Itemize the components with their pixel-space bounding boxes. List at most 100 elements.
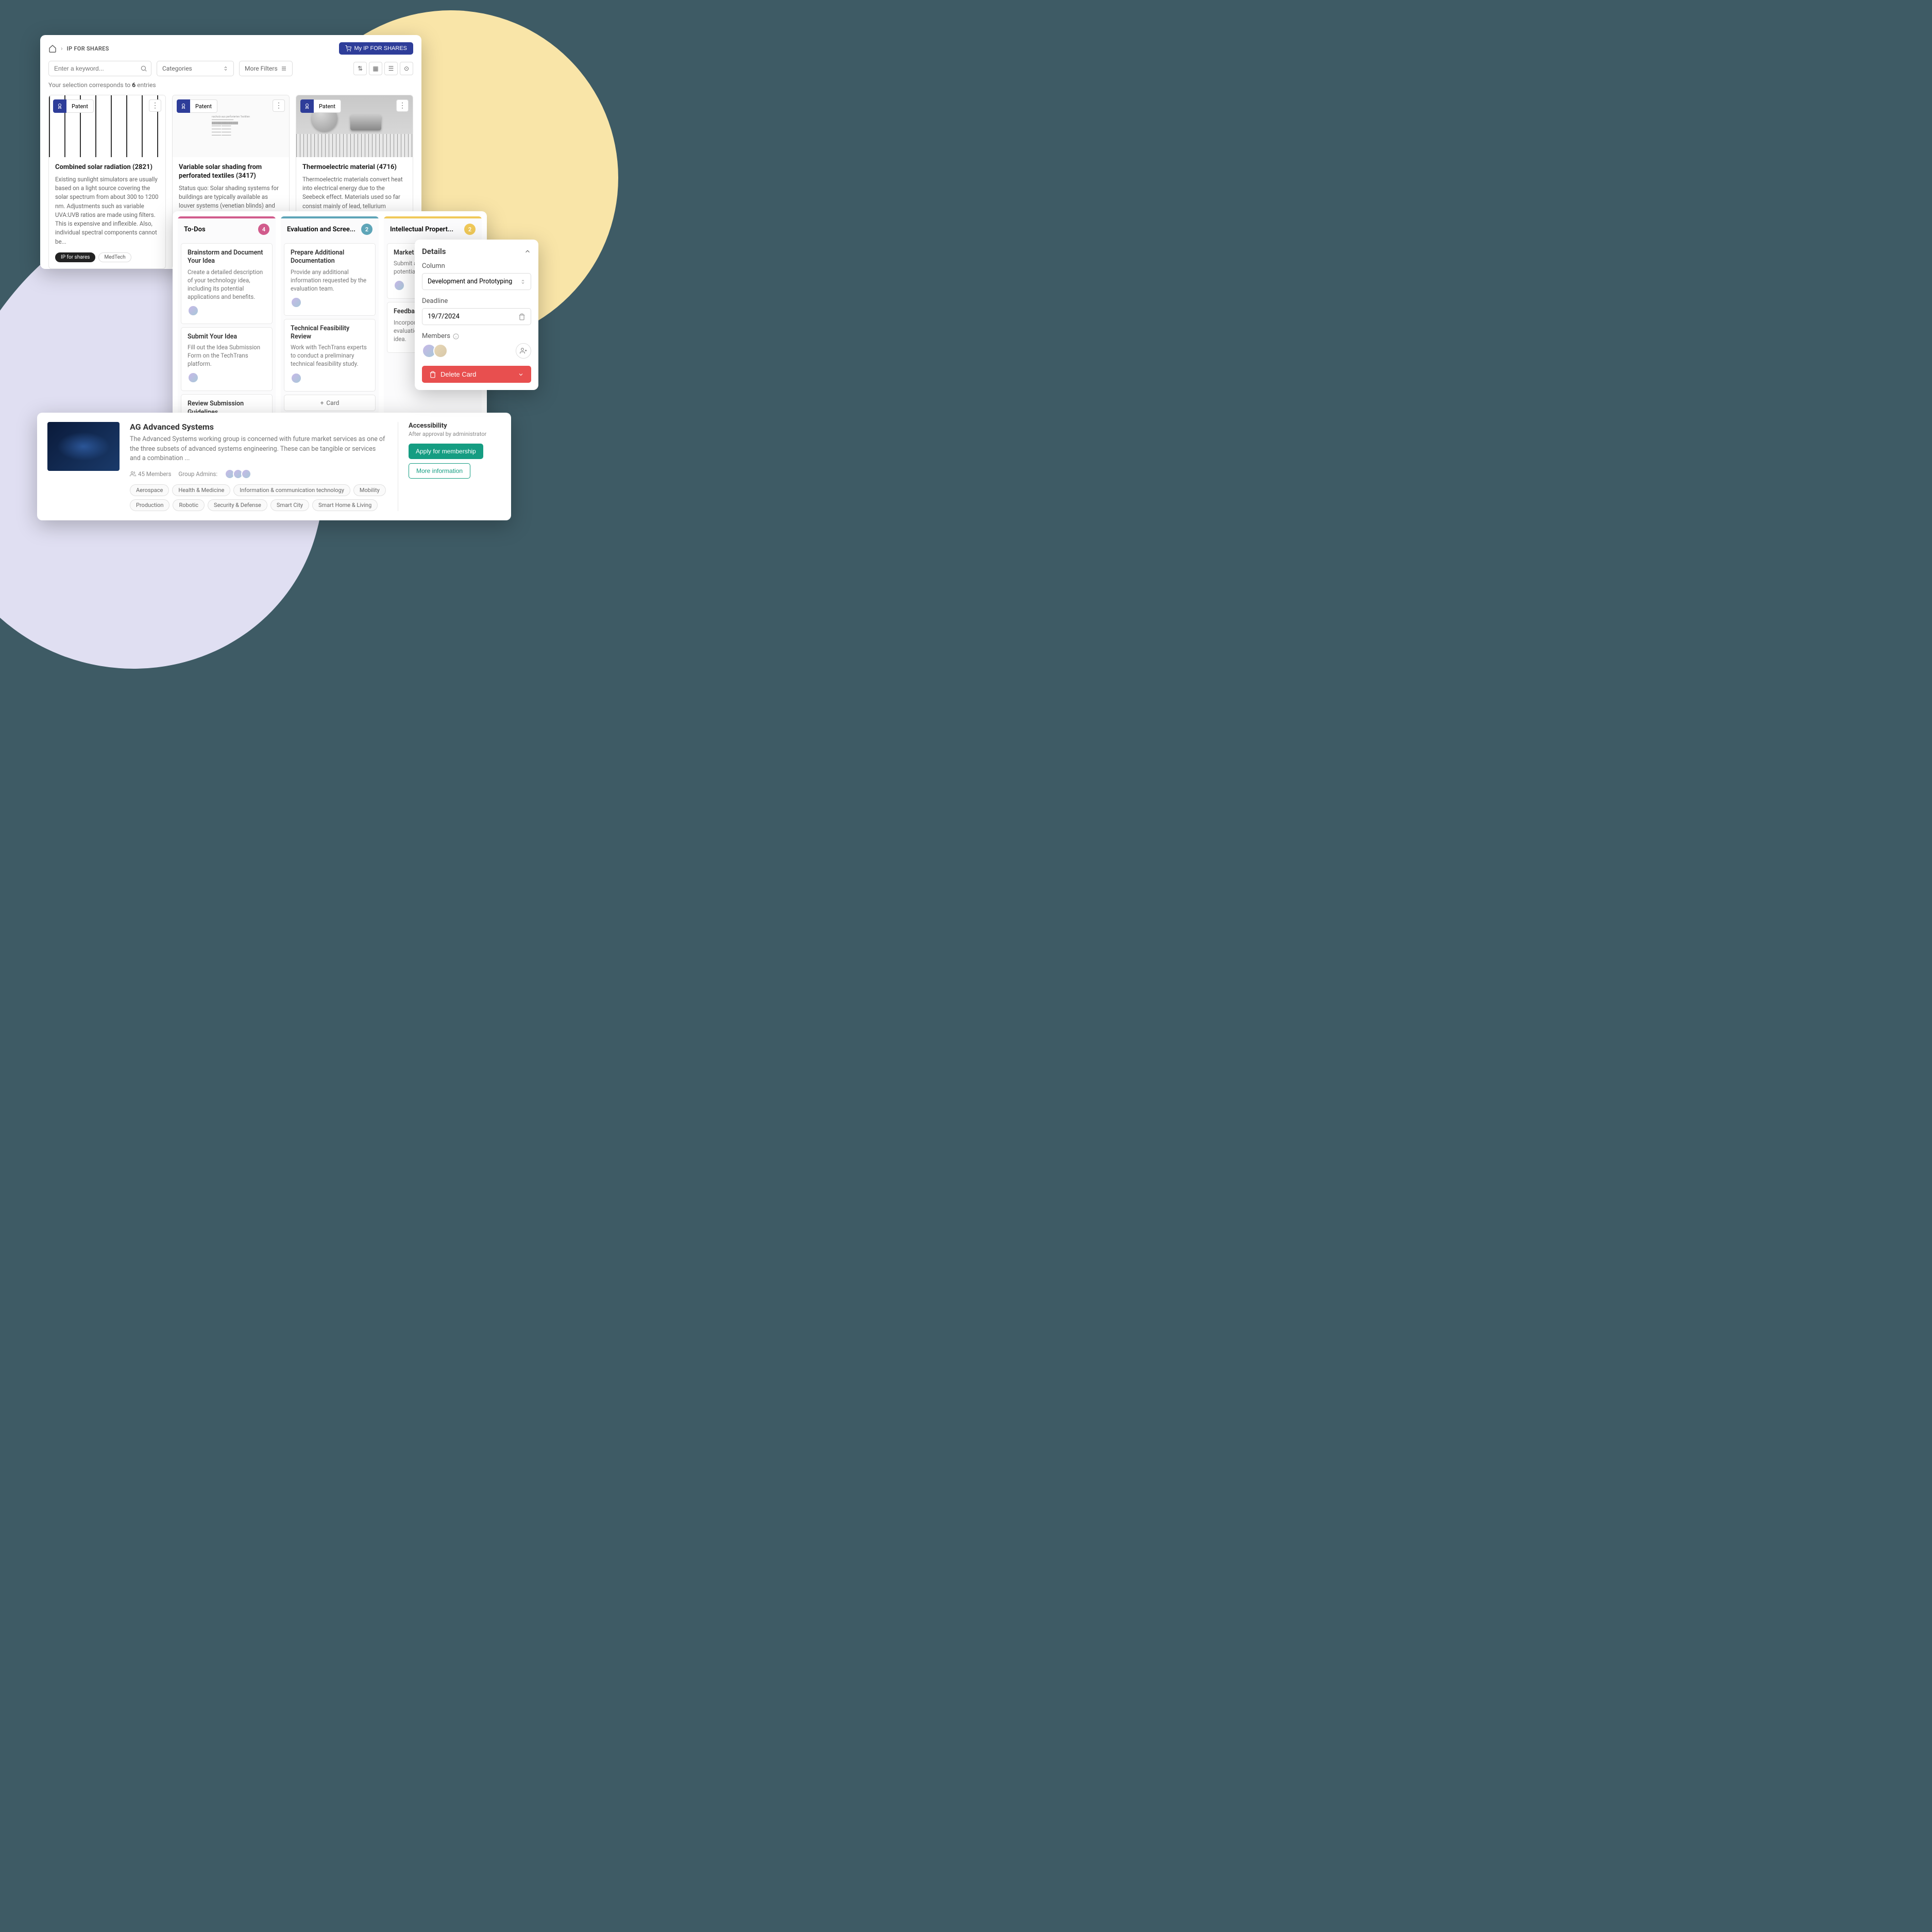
search-icon: [140, 65, 147, 72]
group-panel: AG Advanced Systems The Advanced Systems…: [37, 413, 511, 520]
cart-icon: [345, 45, 351, 52]
column-label: Column: [422, 262, 531, 270]
tag-row: IP for shares MedTech: [49, 252, 165, 268]
details-header: Details: [422, 247, 531, 256]
accessibility-sub: After approval by administrator: [409, 431, 501, 437]
user-plus-icon: [520, 347, 527, 354]
avatar: [188, 372, 199, 383]
users-icon: [130, 471, 136, 477]
avatar: [394, 280, 405, 291]
award-icon: [300, 99, 314, 113]
column-count: 2: [464, 224, 476, 235]
search-wrap: [48, 61, 151, 76]
apply-membership-button[interactable]: Apply for membership: [409, 444, 483, 459]
kanban-column-evaluation: Evaluation and Scree... 2 Prepare Additi…: [281, 216, 379, 440]
card-menu-button[interactable]: ⋮: [273, 99, 285, 112]
my-ip-button[interactable]: My IP FOR SHARES: [339, 42, 413, 55]
tag[interactable]: Smart City: [270, 499, 309, 511]
details-title: Details: [422, 247, 446, 256]
card-image-area: Patent ⋮ nschutz aus perforierten Textil…: [173, 95, 289, 157]
award-icon: [53, 99, 66, 113]
avatar: [291, 372, 302, 384]
info-icon: [453, 333, 459, 340]
group-actions: Accessibility After approval by administ…: [398, 422, 501, 511]
avatar: [291, 297, 302, 308]
avatar: [433, 344, 448, 358]
add-member-button[interactable]: [516, 343, 531, 359]
tag-pill[interactable]: MedTech: [98, 252, 131, 262]
chevron-updown-icon: [223, 66, 228, 71]
award-icon: [177, 99, 190, 113]
categories-select[interactable]: Categories: [157, 61, 234, 76]
tag[interactable]: Mobility: [353, 484, 386, 496]
column-header: Evaluation and Scree... 2: [281, 216, 379, 240]
tag[interactable]: Robotic: [173, 499, 205, 511]
group-meta: 45 Members Group Admins:: [130, 469, 387, 479]
card-title: Thermoelectric material (4716): [302, 163, 406, 172]
patent-badge: Patent: [300, 99, 341, 113]
deadline-label: Deadline: [422, 297, 531, 305]
admin-avatars: [225, 469, 249, 479]
sliders-icon: [281, 65, 287, 72]
map-view-button[interactable]: ⊙: [400, 62, 413, 75]
ip-card[interactable]: Patent ⋮ Combined solar radiation (2821)…: [48, 95, 166, 269]
tag[interactable]: Aerospace: [130, 484, 169, 496]
kanban-card[interactable]: Technical Feasibility Review Work with T…: [284, 319, 376, 392]
breadcrumb-sep: ›: [61, 45, 63, 52]
group-title: AG Advanced Systems: [130, 422, 387, 432]
filter-row: Categories More Filters ⇅ ▦ ☰ ⊙: [48, 61, 413, 76]
details-panel: Details Column Development and Prototypi…: [415, 240, 538, 390]
card-menu-button[interactable]: ⋮: [149, 99, 161, 112]
column-count: 4: [258, 224, 269, 235]
column-header: Intellectual Propert... 2: [384, 216, 482, 240]
card-menu-button[interactable]: ⋮: [396, 99, 409, 112]
group-content: AG Advanced Systems The Advanced Systems…: [130, 422, 387, 511]
group-tags: Aerospace Health & Medicine Information …: [130, 484, 387, 511]
card-title: Variable solar shading from perforated t…: [179, 163, 283, 181]
accessibility-title: Accessibility: [409, 422, 501, 430]
tag-pill[interactable]: IP for shares: [55, 252, 95, 262]
card-image-area: Patent ⋮: [49, 95, 165, 157]
view-toggles: ⇅ ▦ ☰ ⊙: [353, 62, 413, 75]
trash-icon: [429, 371, 436, 378]
patent-badge: Patent: [177, 99, 217, 113]
plus-icon: +: [320, 399, 324, 406]
chevron-up-icon[interactable]: [524, 248, 531, 255]
grid-view-button[interactable]: ▦: [369, 62, 382, 75]
tag[interactable]: Smart Home & Living: [312, 499, 378, 511]
deadline-input[interactable]: 19/7/2024: [422, 308, 531, 325]
list-view-button[interactable]: ☰: [384, 62, 398, 75]
avatar: [241, 469, 251, 479]
card-desc: Existing sunlight simulators are usually…: [55, 175, 159, 246]
kanban-card[interactable]: Brainstorm and Document Your Idea Create…: [181, 243, 273, 324]
breadcrumb-row: › IP FOR SHARES My IP FOR SHARES: [48, 42, 413, 55]
tag[interactable]: Production: [130, 499, 170, 511]
tag[interactable]: Security & Defense: [208, 499, 267, 511]
search-input[interactable]: [48, 61, 151, 76]
column-count: 2: [361, 224, 372, 235]
avatar: [188, 305, 199, 316]
chevron-down-icon: [518, 371, 524, 378]
trash-icon[interactable]: [518, 313, 526, 320]
more-info-button[interactable]: More information: [409, 463, 470, 479]
more-filters-button[interactable]: More Filters: [239, 61, 293, 76]
column-header: To-Dos 4: [178, 216, 276, 240]
patent-badge: Patent: [53, 99, 94, 113]
delete-card-button[interactable]: Delete Card: [422, 366, 531, 383]
chevron-updown-icon: [520, 279, 526, 284]
tag[interactable]: Information & communication technology: [233, 484, 350, 496]
sort-button[interactable]: ⇅: [353, 62, 367, 75]
add-card-button[interactable]: + Card: [284, 395, 376, 411]
kanban-card[interactable]: Submit Your Idea Fill out the Idea Submi…: [181, 327, 273, 392]
card-image-area: Patent ⋮: [296, 95, 413, 157]
kanban-column-todos: To-Dos 4 Brainstorm and Document Your Id…: [178, 216, 276, 440]
home-icon[interactable]: [48, 44, 57, 53]
breadcrumb-text: IP FOR SHARES: [67, 45, 109, 52]
selection-count-text: Your selection corresponds to 6 entries: [48, 81, 413, 89]
column-select[interactable]: Development and Prototyping: [422, 273, 531, 290]
members-row: [422, 343, 531, 359]
group-desc: The Advanced Systems working group is co…: [130, 435, 387, 464]
kanban-card[interactable]: Prepare Additional Documentation Provide…: [284, 243, 376, 316]
tag[interactable]: Health & Medicine: [172, 484, 230, 496]
group-image: [47, 422, 120, 471]
